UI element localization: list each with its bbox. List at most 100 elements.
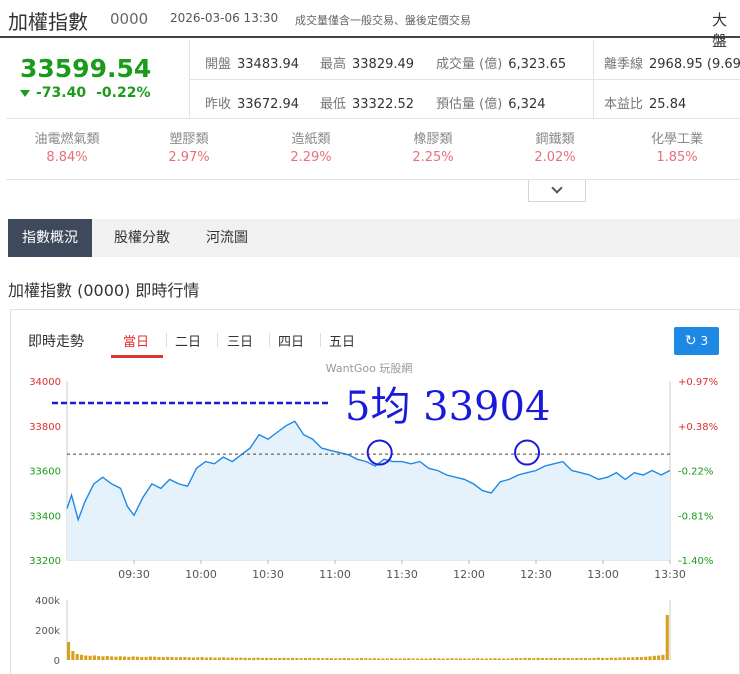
volume-bar bbox=[489, 658, 493, 660]
volume-bar bbox=[135, 656, 140, 660]
volume-bar bbox=[622, 657, 626, 660]
volume-bar bbox=[368, 658, 372, 660]
volume-bar bbox=[161, 657, 165, 660]
x-tick-label: 11:00 bbox=[319, 568, 351, 581]
volume-bar bbox=[549, 657, 553, 660]
volume-bar bbox=[626, 657, 631, 660]
volume-bar bbox=[527, 658, 531, 660]
volume-bar bbox=[545, 658, 549, 660]
volume-bar bbox=[480, 658, 484, 660]
volume-bar bbox=[497, 658, 501, 660]
intraday-chart: WantGoo 玩股網 34000 33800 33600 33400 33200 +0.9… bbox=[29, 361, 718, 667]
volume-bar bbox=[385, 658, 389, 660]
volume-bar bbox=[170, 657, 174, 660]
volume-bar bbox=[652, 655, 656, 660]
volume-bar bbox=[596, 657, 600, 660]
volume-bar bbox=[174, 657, 178, 660]
volume-bar bbox=[639, 657, 643, 660]
volume-bar bbox=[187, 657, 191, 660]
volume-bar bbox=[286, 658, 290, 660]
volume-bar bbox=[84, 655, 88, 660]
volume-bar bbox=[446, 658, 450, 660]
volume-bar bbox=[614, 657, 618, 661]
x-tick-label: 13:30 bbox=[654, 568, 686, 581]
volume-bar bbox=[213, 657, 217, 660]
volume-bar bbox=[536, 657, 540, 661]
y-tick-label-percent: +0.38% bbox=[678, 422, 718, 433]
volume-bar bbox=[230, 657, 234, 660]
volume-bar bbox=[144, 656, 148, 660]
y-tick-label: 34000 bbox=[29, 377, 61, 388]
volume-bar bbox=[316, 658, 320, 660]
volume-bar bbox=[140, 657, 144, 660]
volume-bar bbox=[359, 658, 363, 660]
volume-bar bbox=[196, 657, 200, 660]
volume-bar bbox=[424, 658, 428, 660]
volume-bar bbox=[329, 658, 333, 660]
y-tick-label-percent: -1.40% bbox=[678, 556, 713, 567]
volume-bar bbox=[299, 658, 303, 660]
volume-bar bbox=[166, 656, 170, 660]
volume-bar bbox=[381, 658, 385, 660]
chart-watermark: WantGoo 玩股網 bbox=[326, 361, 413, 375]
volume-bar bbox=[105, 656, 109, 660]
x-tick-label: 12:00 bbox=[453, 568, 485, 581]
volume-bar bbox=[200, 657, 204, 660]
volume-bar bbox=[398, 658, 402, 660]
volume-bar bbox=[114, 656, 118, 660]
volume-bar bbox=[562, 657, 566, 660]
volume-bar bbox=[605, 657, 609, 660]
volume-bar bbox=[441, 658, 445, 660]
volume-bar bbox=[338, 658, 342, 660]
volume-bar bbox=[308, 657, 312, 660]
volume-bar bbox=[394, 658, 398, 660]
volume-bar bbox=[558, 658, 562, 660]
volume-bar bbox=[295, 658, 299, 660]
volume-bar bbox=[278, 657, 282, 660]
volume-bar bbox=[390, 658, 394, 660]
volume-bar bbox=[618, 657, 622, 660]
y-tick-label: 33800 bbox=[29, 422, 61, 433]
volume-bar bbox=[657, 655, 661, 660]
volume-bar bbox=[260, 657, 264, 660]
volume-bar bbox=[519, 658, 523, 660]
volume-bar bbox=[566, 658, 570, 660]
volume-bar bbox=[110, 656, 114, 660]
ma-annotation: 5均 33904 bbox=[345, 384, 550, 430]
volume-bar bbox=[635, 657, 639, 660]
x-tick-label: 13:00 bbox=[587, 568, 619, 581]
volume-bar bbox=[153, 656, 157, 660]
volume-bar bbox=[407, 658, 411, 660]
y-tick-label: 33200 bbox=[29, 556, 61, 567]
volume-bar bbox=[88, 655, 92, 660]
volume-bar bbox=[454, 658, 458, 660]
volume-bar bbox=[364, 658, 368, 660]
volume-bar bbox=[433, 658, 437, 660]
volume-bar bbox=[342, 658, 346, 660]
volume-bar bbox=[484, 658, 488, 660]
volume-bar bbox=[510, 658, 514, 660]
volume-bar bbox=[204, 657, 208, 660]
volume-bar bbox=[648, 656, 652, 661]
volume-bar bbox=[101, 656, 105, 661]
volume-bar bbox=[346, 658, 351, 660]
volume-bar bbox=[661, 654, 665, 661]
volume-bar bbox=[575, 658, 579, 660]
volume-tick-label: 200k bbox=[35, 626, 60, 637]
volume-bar bbox=[148, 656, 152, 660]
volume-bar bbox=[532, 658, 536, 660]
y-tick-label-percent: +0.97% bbox=[678, 377, 718, 388]
volume-bar bbox=[437, 658, 441, 660]
volume-bar bbox=[239, 657, 243, 660]
volume-bar bbox=[458, 658, 463, 660]
volume-bar bbox=[92, 655, 96, 660]
volume-bar bbox=[265, 657, 269, 661]
volume-bar bbox=[247, 657, 252, 660]
volume-bar bbox=[420, 658, 424, 660]
volume-bar bbox=[71, 651, 75, 660]
volume-bar bbox=[644, 656, 648, 660]
volume-bar bbox=[97, 656, 101, 660]
highlight-circle bbox=[514, 439, 541, 466]
x-tick-label: 10:00 bbox=[185, 568, 217, 581]
volume-bar bbox=[269, 657, 273, 660]
